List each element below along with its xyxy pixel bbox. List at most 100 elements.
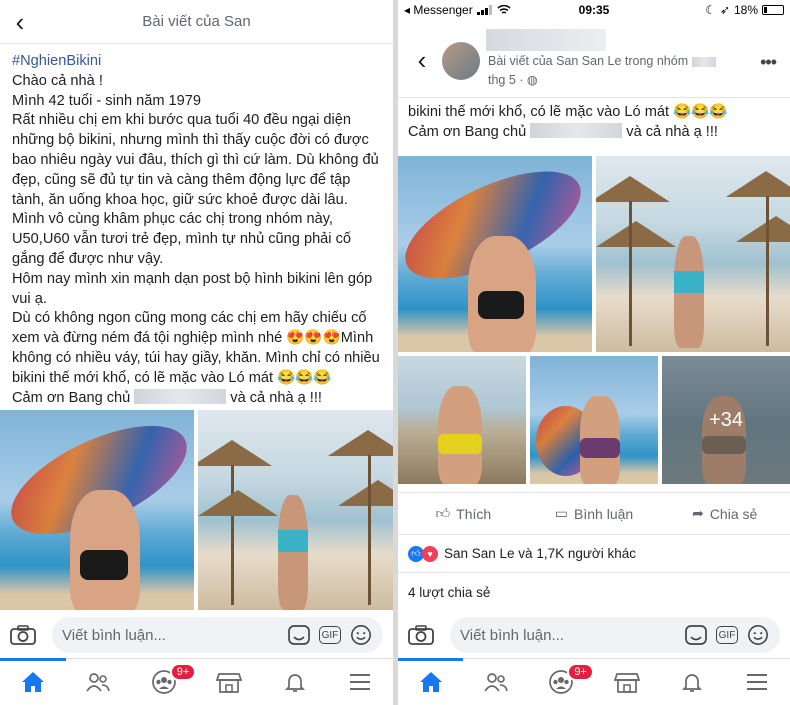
pole-graphic [629,201,632,346]
share-icon: ➦ [692,505,704,521]
tab-marketplace[interactable] [594,659,659,705]
swimsuit-graphic [580,438,620,458]
post-photo[interactable] [398,356,526,484]
sticker-icon[interactable] [287,624,311,646]
swimsuit-graphic [478,291,524,319]
tab-friends[interactable] [66,659,132,705]
post-photo[interactable] [530,356,658,484]
signal-icon [476,5,492,15]
swimsuit-graphic [278,530,308,552]
umbrella-graphic [328,430,393,456]
thanks-text-end: và cả nhà ạ !!! [626,124,718,140]
emoji-icon[interactable] [746,624,770,646]
post-line: Chào cả nhà ! [12,72,103,89]
notification-badge: 9+ [169,663,197,681]
gif-icon[interactable]: GIF [319,626,341,644]
post-photo[interactable] [0,410,194,610]
notification-badge: 9+ [567,663,594,681]
post-paragraph: Mình vô cùng khâm phục các chị trong nhó… [12,211,352,267]
post-photo[interactable] [398,156,592,352]
thanks-text: Cảm ơn Bang chủ [408,124,527,140]
post-header: ‹ Bài viết của San [0,0,393,44]
post-actions: 👍︎ Thích ▭ Bình luận ➦ Chia sẻ [398,492,790,534]
like-label: Thích [456,505,492,522]
bell-icon [284,674,305,692]
tab-notifications[interactable] [659,659,724,705]
pole-graphic [766,196,769,346]
redacted-name [530,123,623,138]
battery-icon [762,5,784,15]
reactions-summary[interactable]: 👍︎ ♥ San San Le và 1,7K người khác [398,534,790,572]
post-photo[interactable] [596,156,790,352]
tab-groups[interactable]: 9+ [131,659,197,705]
post-photo[interactable] [198,410,393,610]
tab-menu[interactable] [328,659,394,705]
redacted-author-name [486,29,606,51]
battery-percent: 18% [733,3,758,17]
comment-bar: Viết bình luận... GIF [398,612,790,658]
post-line: bikini thế mới khổ, có lẽ mặc vào Ló mát… [408,104,728,120]
post-paragraph: Dù có không ngon cũng mong các chị em hã… [12,310,380,386]
more-options-icon[interactable]: ••• [760,52,777,73]
header-subtitle-text: Bài viết của San San Le trong nhóm [488,54,689,68]
sticker-icon[interactable] [684,624,708,646]
thanks-text: Cảm ơn Bang chủ [12,389,131,406]
tab-friends[interactable] [463,659,528,705]
header-subtitle[interactable]: Bài viết của San San Le trong nhóm [488,54,716,68]
status-right: ☾ ➶ 18% [705,3,784,17]
redacted-group [691,57,716,67]
redacted-name [134,388,227,404]
emoji-icon[interactable] [349,624,373,646]
share-button[interactable]: ➦ Chia sẻ [659,493,790,534]
carrier-label[interactable]: ◂ Messenger [404,3,473,17]
swimsuit-graphic [80,550,128,580]
tab-notifications[interactable] [262,659,328,705]
post-date: thg 5 · ◍ [488,72,538,87]
comment-input[interactable]: Viết bình luận... GIF [450,617,780,653]
thumbs-up-icon: 👍︎ [435,505,451,521]
header-title: Bài viết của San [142,13,251,30]
hashtag-link[interactable]: #NghienBikini [12,52,381,72]
umbrella-graphic [726,171,790,197]
status-bar: ◂ Messenger 09:35 ☾ ➶ 18% [398,0,790,20]
tab-groups[interactable]: 9+ [529,659,594,705]
avatar[interactable] [442,42,480,80]
comment-bar: Viết bình luận... GIF [0,612,393,658]
tab-home[interactable] [0,658,66,705]
post-body: #NghienBikini Chào cả nhà ! Mình 42 tuổi… [0,44,393,408]
post-header: ‹ Bài viết của San San Le trong nhóm thg… [398,20,790,98]
post-line: Mình 42 tuổi - sinh năm 1979 [12,92,202,109]
bottom-tab-bar: 9+ [398,658,790,705]
pole-graphic [231,465,234,605]
share-label: Chia sẻ [709,505,758,522]
comment-input[interactable]: Viết bình luận... GIF [52,617,383,653]
tab-marketplace[interactable] [197,659,263,705]
more-photos-tile[interactable]: +34 [662,356,790,484]
umbrella-graphic [198,440,272,466]
more-photos-count: +34 [662,356,790,484]
thanks-text-end: và cả nhà ạ !!! [230,389,322,406]
tab-home[interactable] [398,658,464,705]
swimsuit-graphic [674,271,704,293]
post-line-thanks: Cảm ơn Bang chủ và cả nhà ạ !!! [408,122,778,142]
bottom-tab-bar: 9+ [0,658,393,705]
comment-button[interactable]: ▭ Bình luận [529,493,660,534]
like-button[interactable]: 👍︎ Thích [398,493,529,534]
person-figure [278,495,308,610]
umbrella-graphic [596,221,676,247]
back-button[interactable]: ‹ [0,0,40,44]
post-paragraph: Hôm nay mình xin mạnh dạn post bộ hình b… [12,270,373,307]
marketplace-icon [216,673,243,693]
menu-icon [747,674,768,690]
post-body: bikini thế mới khổ, có lẽ mặc vào Ló mát… [398,98,790,142]
gif-icon[interactable]: GIF [716,626,738,644]
post-date-text: thg 5 · [488,73,524,87]
back-button[interactable]: ‹ [402,38,442,82]
camera-icon[interactable] [408,625,434,645]
comment-placeholder: Viết bình luận... [460,626,564,644]
shares-summary[interactable]: 4 lượt chia sẻ [398,572,790,612]
globe-icon: ◍ [526,73,538,87]
comment-label: Bình luận [574,505,634,522]
camera-icon[interactable] [10,625,36,645]
tab-menu[interactable] [725,659,790,705]
